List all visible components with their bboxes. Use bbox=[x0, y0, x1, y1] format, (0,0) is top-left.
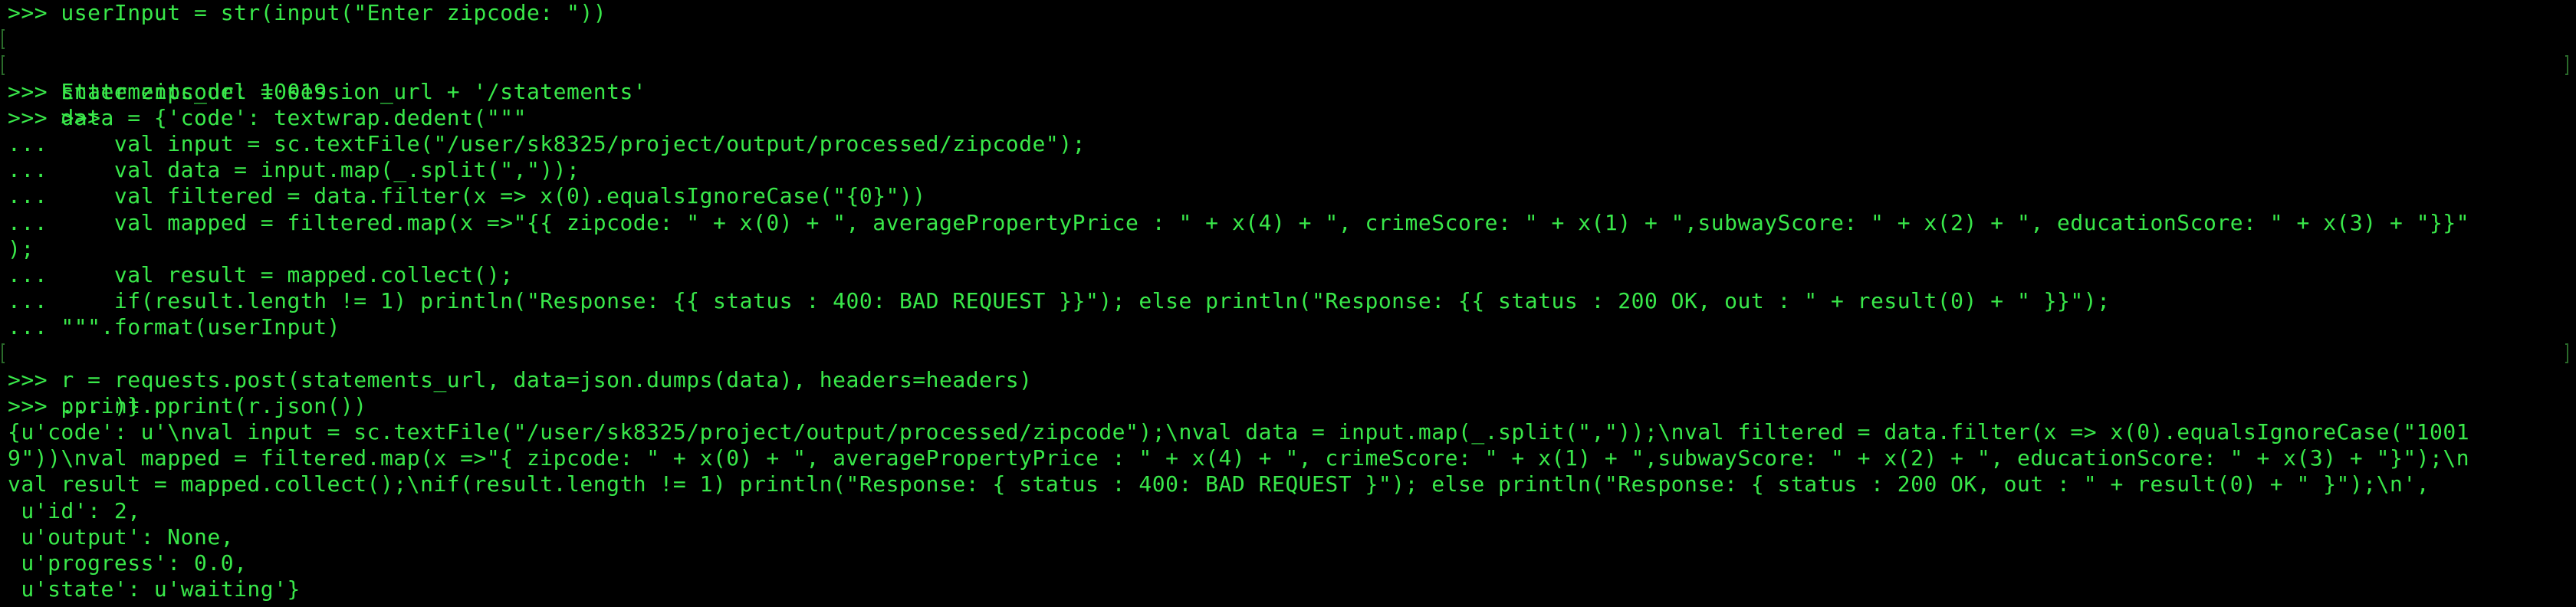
terminal-line-empty-prompt: >>> bbox=[2, 52, 2576, 130]
terminal-line-close-dict: ... )} bbox=[2, 340, 2576, 418]
terminal-line-val-data: ... val data = input.map(_.split(",")); bbox=[8, 157, 580, 183]
terminal-line-statements-url: >>> statements_url = session_url + '/sta… bbox=[8, 78, 647, 104]
terminal-line-val-mapped: ... val mapped = filtered.map(x =>"{{ zi… bbox=[8, 209, 2470, 235]
terminal-line-val-result: ... val result = mapped.collect(); bbox=[8, 261, 514, 287]
terminal-line-val-input: ... val input = sc.textFile("/user/sk832… bbox=[8, 130, 1086, 156]
line-marker-left-icon bbox=[2, 29, 5, 50]
terminal-line-output-code-3: val result = mapped.collect();\nif(resul… bbox=[8, 471, 2430, 497]
line-marker-left-icon bbox=[2, 343, 5, 364]
terminal-line-output-state: u'state': u'waiting'} bbox=[8, 576, 301, 602]
terminal-window[interactable]: >>> userInput = str(input("Enter zipcode… bbox=[0, 0, 2576, 607]
terminal-line-pprint: >>> pprint.pprint(r.json()) bbox=[8, 392, 367, 418]
terminal-line-output-code-2: 9"))\nval mapped = filtered.map(x =>"{ z… bbox=[8, 445, 2470, 471]
line-marker-left-icon bbox=[2, 55, 5, 76]
terminal-line-output-output: u'output': None, bbox=[8, 523, 235, 550]
terminal-line-val-filtered: ... val filtered = data.filter(x => x(0)… bbox=[8, 183, 926, 209]
terminal-line-mapped-continuation: ); bbox=[8, 235, 34, 261]
terminal-line-output-id: u'id': 2, bbox=[8, 497, 141, 523]
line-marker-right-icon bbox=[2565, 55, 2568, 76]
terminal-line-if-result: ... if(result.length != 1) println("Resp… bbox=[8, 288, 2111, 314]
terminal-line-format: ... """.format(userInput) bbox=[8, 314, 340, 340]
terminal-line-prompt-input: >>> userInput = str(input("Enter zipcode… bbox=[8, 0, 607, 25]
line-marker-right-icon bbox=[2565, 343, 2568, 364]
terminal-line-requests-post: >>> r = requests.post(statements_url, da… bbox=[8, 366, 1033, 392]
terminal-line-zipcode-output: Enter zipcode: 10019 bbox=[2, 26, 2576, 104]
terminal-line-output-code-1: {u'code': u'\nval input = sc.textFile("/… bbox=[8, 419, 2470, 445]
terminal-line-output-progress: u'progress': 0.0, bbox=[8, 550, 248, 576]
terminal-line-data-dict: >>> data = {'code': textwrap.dedent(""" bbox=[8, 104, 527, 130]
